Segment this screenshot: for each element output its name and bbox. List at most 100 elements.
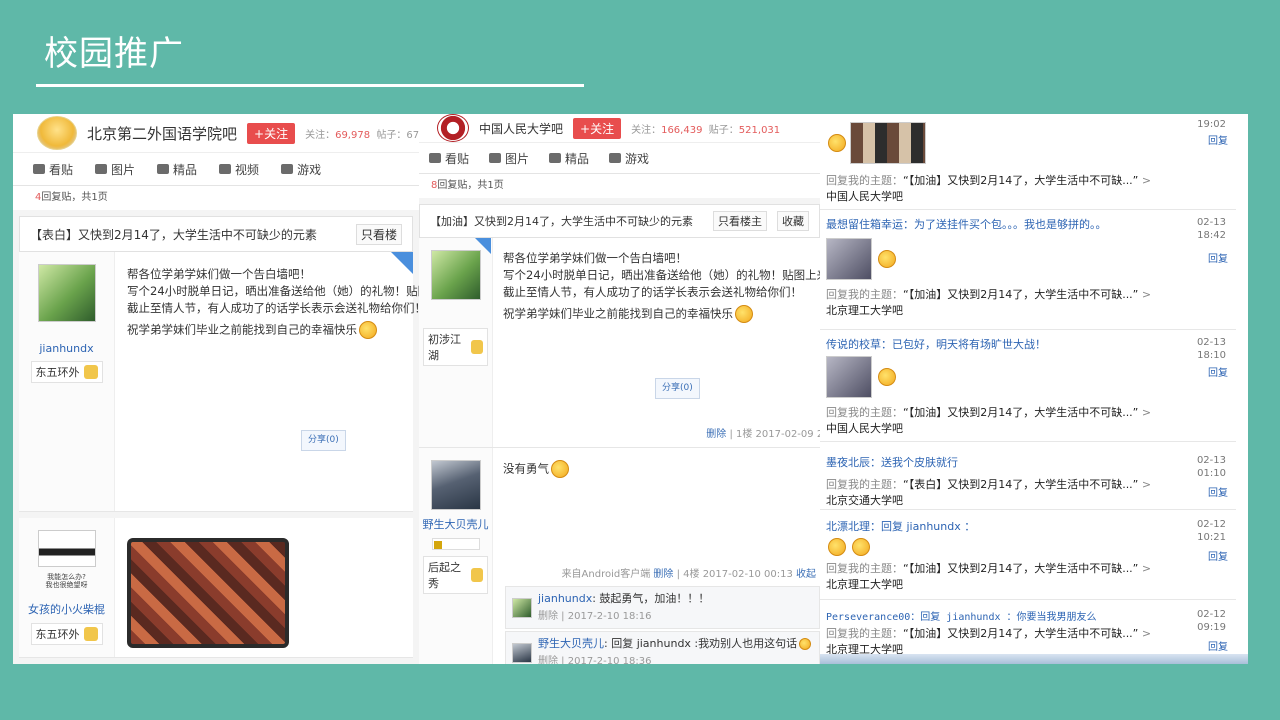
post-author: 野生大贝壳儿 后起之秀 — [419, 448, 493, 664]
notification-theme: 回复我的主题：“【加油】又快到2月14了，大学生活中不可缺...” > — [826, 406, 1152, 419]
notification-head[interactable]: Perseverance00：回复 jianhundx ：你要当我男朋友么 — [826, 608, 1230, 623]
notification-item: 19:02 回复 回复我的主题：“【加油】又快到2月14了，大学生活中不可缺..… — [820, 114, 1236, 210]
level-icon — [470, 568, 483, 582]
star-icon — [549, 153, 562, 163]
crying-emoji-icon — [828, 538, 846, 556]
notification-head[interactable]: 北漂北理：回复 jianhundx ： — [826, 518, 1230, 534]
level-icon — [83, 365, 98, 379]
forum-name[interactable]: 北京第二外国语学院吧 — [87, 123, 237, 144]
tab-posts[interactable]: 看贴 — [33, 161, 73, 178]
share-button[interactable]: 分享(0) — [301, 430, 346, 451]
emoji-icon — [877, 368, 896, 386]
notification-theme: 回复我的主题：“【表白】又快到2月14了，大学生活中不可缺...” > — [826, 478, 1152, 491]
reply-count: 8回复贴，共1页 — [419, 174, 820, 198]
share-button[interactable]: 分享(0) — [655, 378, 700, 399]
forum-name[interactable]: 中国人民大学吧 — [479, 120, 563, 137]
notification-item: 02-13 18:42 回复 最想留住箱幸运：为了送挂件买个包。。。我也是够拼的。… — [820, 212, 1236, 330]
post-content: 帮各位学弟学妹们做一个告白墙吧！ 写个24小时脱单日记，晒出准备送给他（她）的礼… — [115, 252, 419, 511]
chocolate-photo[interactable] — [127, 538, 289, 648]
smile-emoji-icon — [799, 638, 812, 650]
level-icon — [470, 340, 483, 354]
tab-games[interactable]: 游戏 — [609, 150, 649, 167]
post-content: 帮各位学弟学妹们做一个告白墙吧！ 写个24小时脱单日记，晒出准备送给他（她）的礼… — [493, 238, 820, 447]
meme-avatar[interactable] — [37, 530, 96, 567]
tongue-emoji-icon — [735, 305, 753, 323]
username[interactable]: 女孩的小火柴棍 — [28, 601, 105, 617]
forum-link[interactable]: 北京理工大学吧 — [826, 576, 1230, 592]
tab-video[interactable]: 视频 — [219, 161, 259, 178]
screenshot-bfsu-forum: 北京第二外国语学院吧 +关注 关注：69,978 帖子：67 看贴 图片 精品 … — [13, 114, 419, 664]
tab-images[interactable]: 图片 — [95, 161, 135, 178]
forum-link[interactable]: 北京理工大学吧 — [826, 302, 1230, 318]
username[interactable]: jianhundx — [39, 342, 93, 355]
mini-avatar[interactable] — [512, 597, 532, 618]
notification-head[interactable]: 墨夜北辰：送我个皮肤就行 — [826, 454, 1230, 470]
tab-featured[interactable]: 精品 — [157, 161, 197, 178]
username[interactable]: 野生大贝壳儿 — [423, 516, 489, 532]
surprised-emoji-icon — [551, 460, 569, 478]
forum-link[interactable]: 中国人民大学吧 — [826, 188, 1230, 204]
level-badge: 东五环外 — [30, 623, 103, 645]
only-op-button[interactable]: 只看楼主 — [713, 211, 767, 231]
emoji-icon — [877, 250, 896, 268]
slide-title: 校园推广 — [44, 34, 184, 74]
reply-thumbnail[interactable] — [826, 238, 872, 280]
video-icon — [219, 164, 232, 174]
star-icon — [157, 164, 170, 174]
notification-time: 02-13 18:10 — [1196, 337, 1226, 361]
notification-theme: 回复我的主题：“【加油】又快到2月14了，大学生活中不可缺...” > — [826, 627, 1152, 640]
thread-title-bar: 【表白】又快到2月14了，大学生活中不可缺少的元素 只看楼 — [19, 216, 413, 252]
follow-button[interactable]: +关注 — [573, 117, 622, 139]
forum-stats: 关注：166,439 贴子：521,031 — [631, 124, 781, 136]
favorite-button[interactable]: 收藏 — [777, 211, 809, 231]
reply-link[interactable]: 回复 — [1208, 484, 1228, 499]
level-icon — [83, 627, 98, 641]
level-badge: 后起之秀 — [423, 556, 488, 594]
post-floor-1: jianhundx 东五环外 帮各位学弟学妹们做一个告白墙吧！ 写个24小时脱单… — [19, 252, 419, 512]
image-icon — [95, 164, 108, 174]
forum-link[interactable]: 中国人民大学吧 — [826, 420, 1230, 436]
notification-theme: 回复我的主题：“【加油】又快到2月14了，大学生活中不可缺...” > — [826, 288, 1152, 301]
screenshot-reply-notifications: 19:02 回复 回复我的主题：“【加油】又快到2月14了，大学生活中不可缺..… — [820, 114, 1248, 664]
reply-link[interactable]: 回复 — [1208, 250, 1228, 265]
avatar[interactable] — [430, 460, 481, 510]
reply-link[interactable]: 回复 — [1208, 638, 1228, 653]
tab-featured[interactable]: 精品 — [549, 150, 589, 167]
reply-thumbnail[interactable] — [826, 356, 872, 398]
follow-button[interactable]: +关注 — [247, 122, 296, 144]
only-op-button[interactable]: 只看楼 — [355, 223, 402, 245]
corner-tag — [391, 252, 413, 274]
post-footer: 删除 | 1楼 2017-02-09 23:30 — [706, 429, 820, 440]
notification-head[interactable]: 最想留住箱幸运：为了送挂件买个包。。。我也是够拼的。。 — [826, 216, 1230, 232]
medal-bar — [431, 538, 480, 550]
post-content — [115, 518, 413, 657]
post-floor-4: 野生大贝壳儿 后起之秀 没有勇气 来自Android客户端 删除 | 4楼 20… — [419, 448, 820, 664]
level-badge: 东五环外 — [30, 361, 103, 383]
forum-logo — [437, 114, 469, 142]
reply-link[interactable]: 回复 — [1208, 548, 1228, 563]
reply-link[interactable]: 回复 — [1208, 364, 1228, 379]
posts-icon — [33, 164, 45, 174]
tab-images[interactable]: 图片 — [489, 150, 529, 167]
tab-games[interactable]: 游戏 — [281, 161, 321, 178]
notification-time: 19:02 — [1197, 119, 1226, 130]
screenshot-ruc-forum: 中国人民大学吧 +关注 关注：166,439 贴子：521,031 看贴 图片 … — [419, 114, 820, 664]
reply-link[interactable]: 回复 — [1208, 132, 1228, 147]
tab-posts[interactable]: 看贴 — [429, 150, 469, 167]
avatar[interactable] — [430, 250, 481, 300]
mini-avatar[interactable] — [512, 642, 532, 663]
post-content: 没有勇气 来自Android客户端 删除 | 4楼 2017-02-10 00:… — [493, 448, 820, 664]
notification-item: 02-13 18:10 回复 传说的校草：已包好，明天将有场旷世大战！ 回复我的主… — [820, 332, 1236, 442]
forum-logo — [37, 116, 77, 150]
meme-caption: 我能怎么办? 我也很绝望呀 — [45, 573, 88, 589]
forum-stats: 关注：69,978 帖子：67 — [305, 129, 419, 141]
notification-theme: 回复我的主题：“【加油】又快到2月14了，大学生活中不可缺...” > — [826, 174, 1152, 187]
forum-header: 北京第二外国语学院吧 +关注 关注：69,978 帖子：67 — [13, 114, 419, 152]
post-author: 我能怎么办? 我也很绝望呀 女孩的小火柴棍 东五环外 — [19, 518, 115, 657]
avatar[interactable] — [37, 264, 96, 322]
forum-header: 中国人民大学吧 +关注 关注：166,439 贴子：521,031 — [419, 114, 820, 142]
notification-head[interactable]: 传说的校草：已包好，明天将有场旷世大战！ — [826, 336, 1230, 352]
forum-link[interactable]: 北京交通大学吧 — [826, 492, 1230, 508]
reply-thumbnail[interactable] — [849, 122, 926, 164]
posts-icon — [429, 153, 441, 163]
